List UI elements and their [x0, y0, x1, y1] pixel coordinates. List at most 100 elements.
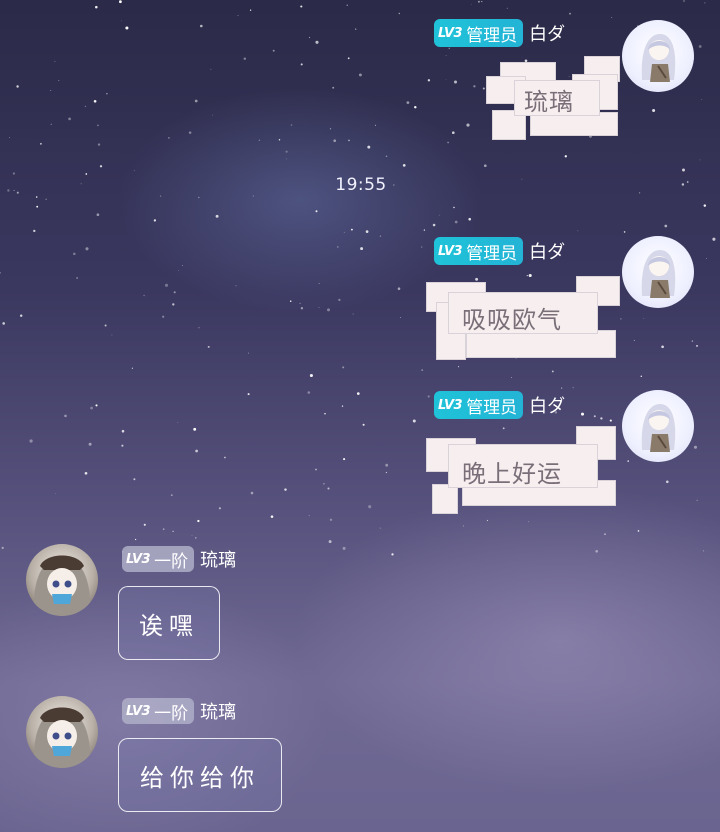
star — [696, 499, 698, 501]
star — [561, 387, 563, 389]
star — [367, 145, 371, 149]
star — [309, 37, 311, 39]
star — [198, 327, 200, 329]
star — [421, 246, 423, 248]
star — [577, 230, 579, 232]
avatar-white-hair[interactable] — [622, 20, 694, 92]
star — [327, 308, 330, 312]
star — [121, 444, 124, 447]
star — [85, 173, 88, 175]
username[interactable]: 琉璃 — [200, 698, 236, 724]
star — [683, 0, 685, 2]
star — [289, 300, 292, 302]
star — [611, 17, 613, 18]
avatar-white-hair[interactable] — [622, 390, 694, 462]
star — [307, 391, 311, 394]
message-header: LV3 一阶 琉璃 — [122, 544, 236, 574]
star — [36, 205, 39, 208]
star — [328, 540, 332, 544]
star — [200, 24, 203, 28]
star — [97, 124, 99, 127]
star — [703, 204, 707, 207]
avatar-white-hair[interactable] — [622, 236, 694, 308]
star — [506, 7, 508, 9]
message-text: 诶嘿 — [139, 611, 199, 640]
level-badge: LV3 一阶 — [122, 698, 195, 724]
message-bubble[interactable]: 诶嘿 — [118, 586, 220, 660]
admin-badge: LV3 管理员 — [434, 391, 524, 419]
star — [511, 377, 512, 378]
avatar-illustration — [641, 250, 676, 298]
star — [299, 302, 301, 305]
star — [412, 419, 416, 423]
message-header: LV3 管理员 白ダ — [434, 390, 565, 420]
star — [623, 231, 626, 233]
star — [111, 334, 113, 336]
star — [704, 2, 706, 4]
star — [397, 287, 401, 290]
star — [13, 189, 15, 191]
star — [402, 164, 406, 167]
star — [343, 458, 346, 461]
star — [198, 196, 200, 199]
star — [342, 546, 346, 550]
star — [358, 73, 362, 77]
star — [458, 366, 460, 368]
star — [473, 85, 476, 88]
star — [633, 339, 635, 341]
star — [272, 49, 275, 52]
star — [12, 172, 15, 175]
message-text: 给你给你 — [140, 763, 260, 792]
star — [356, 392, 360, 395]
star — [600, 417, 603, 420]
star — [121, 429, 125, 433]
star — [337, 246, 339, 248]
star — [210, 68, 212, 70]
star — [423, 229, 426, 231]
star — [315, 40, 319, 44]
message-bubble[interactable]: 琉璃 — [486, 54, 622, 142]
star — [247, 352, 249, 354]
username[interactable]: 琉璃 — [200, 546, 236, 572]
star — [343, 231, 345, 233]
star — [385, 471, 388, 474]
message-bubble[interactable]: 吸吸欧气 — [426, 272, 622, 364]
star — [207, 345, 210, 348]
username[interactable]: 白ダ — [529, 238, 565, 264]
star — [133, 478, 136, 481]
avatar-gray-hair[interactable] — [26, 544, 98, 616]
star — [133, 169, 135, 171]
star — [427, 79, 431, 82]
star — [315, 468, 317, 471]
star — [290, 124, 293, 126]
star — [661, 345, 664, 349]
star — [637, 530, 640, 532]
avatar-gray-hair[interactable] — [26, 696, 98, 768]
star — [385, 463, 389, 467]
username[interactable]: 白ダ — [529, 20, 565, 46]
star — [362, 423, 365, 426]
star — [237, 15, 239, 16]
star — [333, 139, 337, 143]
star — [120, 20, 122, 22]
star — [143, 523, 146, 526]
star — [400, 317, 402, 319]
star — [19, 314, 23, 317]
star — [104, 324, 107, 327]
avatar-illustration — [33, 707, 91, 768]
star — [106, 93, 108, 95]
message-bubble[interactable]: 给你给你 — [118, 738, 282, 812]
star — [131, 367, 133, 369]
star — [702, 550, 705, 552]
star — [212, 114, 214, 116]
star — [712, 237, 716, 241]
star — [252, 195, 254, 197]
star — [355, 28, 357, 30]
star — [595, 550, 598, 553]
username[interactable]: 白ダ — [529, 392, 565, 418]
star — [468, 217, 471, 221]
star — [235, 285, 237, 287]
star — [699, 159, 701, 161]
message-bubble[interactable]: 晚上好运 — [426, 424, 622, 518]
star — [178, 270, 179, 271]
